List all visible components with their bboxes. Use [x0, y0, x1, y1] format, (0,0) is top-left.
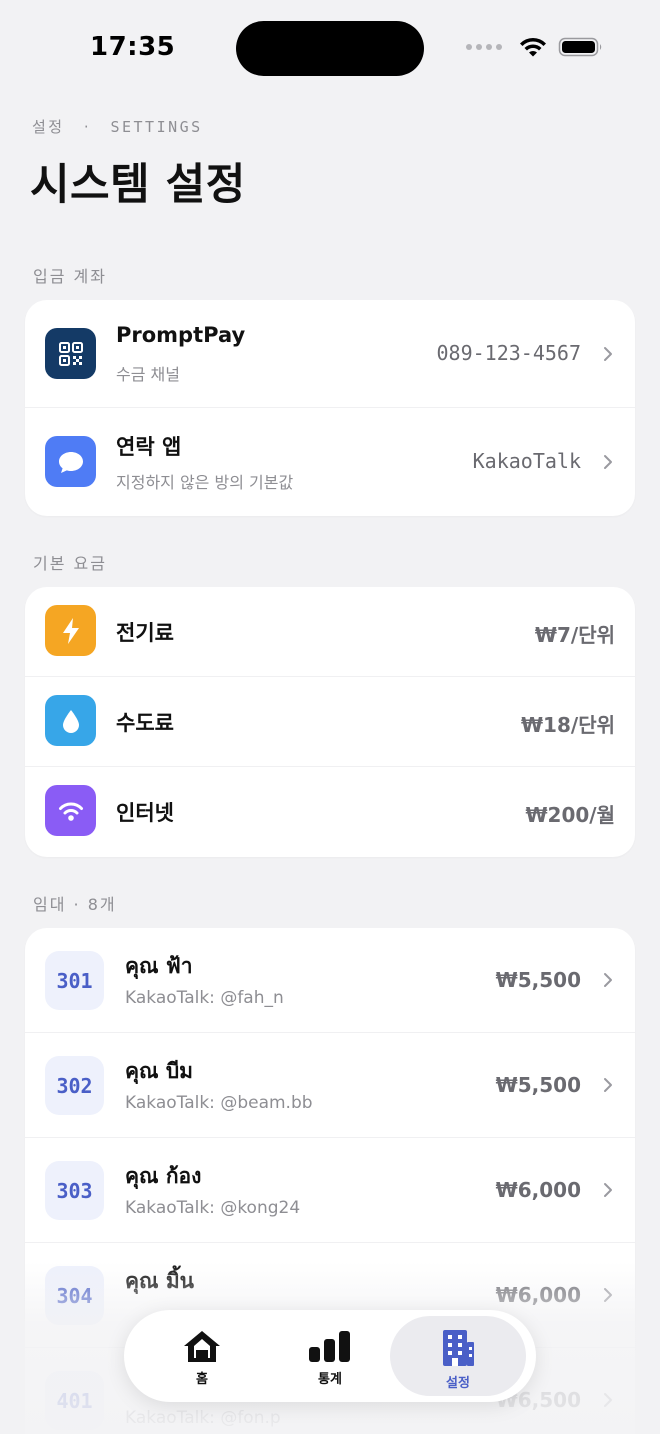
section-label-rates: 기본 요금	[33, 554, 107, 573]
eyebrow-separator: ·	[83, 118, 92, 136]
rates-card: 전기료 ₩7/단위 수도료 ₩18/단위 인터넷 ₩200/월	[25, 587, 635, 857]
tenant-row[interactable]: 302 คุณ บีม KakaoTalk: @beam.bb ₩5,500	[25, 1033, 635, 1138]
contact-app-value: KakaoTalk	[472, 449, 581, 473]
contact-app-title: 연락 앱	[116, 435, 182, 459]
tenant-name: คุณ ฟ้า	[125, 954, 193, 978]
status-time: 17:35	[90, 32, 176, 62]
section-label-rentals: 임대 · 8개	[33, 895, 117, 914]
tenant-contact: KakaoTalk: @kong24	[125, 1198, 301, 1218]
dynamic-island	[236, 21, 424, 76]
status-bar: 17:35	[0, 0, 660, 100]
tab-stats[interactable]: 통계	[262, 1316, 398, 1396]
chevron-right-icon	[604, 1183, 612, 1197]
rate-row-water[interactable]: 수도료 ₩18/단위	[25, 677, 635, 767]
deposit-card: PromptPay 수금 채널 089-123-4567 연락 앱 지정하지 않…	[25, 300, 635, 516]
rate-value-internet: ₩200/월	[525, 803, 615, 827]
status-icons	[466, 36, 604, 58]
rate-value-water: ₩18/단위	[521, 713, 615, 737]
tab-label-home: 홈	[196, 1372, 208, 1387]
tab-label-stats: 통계	[318, 1372, 342, 1387]
tenant-rent: ₩6,000	[495, 1283, 581, 1307]
bar-chart-icon	[309, 1331, 350, 1362]
promptpay-number: 089-123-4567	[436, 341, 582, 365]
promptpay-row[interactable]: PromptPay 수금 채널 089-123-4567	[25, 300, 635, 408]
rate-title-electricity: 전기료	[116, 621, 174, 645]
rate-row-electricity[interactable]: 전기료 ₩7/단위	[25, 587, 635, 677]
qr-code-icon	[45, 328, 96, 379]
lightning-icon	[45, 605, 96, 656]
rate-title-internet: 인터넷	[116, 801, 174, 825]
chevron-right-icon	[604, 455, 612, 469]
chat-bubble-icon	[45, 436, 96, 487]
unit-badge: 304	[45, 1266, 104, 1325]
unit-badge: 401	[45, 1371, 104, 1430]
tenant-row[interactable]: 301 คุณ ฟ้า KakaoTalk: @fah_n ₩5,500	[25, 928, 635, 1033]
section-label-deposit: 입금 계좌	[33, 267, 107, 286]
chevron-right-icon	[604, 1393, 612, 1407]
rate-value-electricity: ₩7/단위	[534, 623, 615, 647]
tenant-name: คุณ บีม	[125, 1059, 194, 1083]
tenant-contact: KakaoTalk: @fah_n	[125, 988, 284, 1008]
tab-settings[interactable]: 설정	[390, 1316, 526, 1396]
wifi-status-icon	[520, 37, 546, 57]
building-icon	[443, 1330, 474, 1366]
tenant-name: คุณ มิ้น	[125, 1269, 195, 1293]
battery-icon	[558, 37, 602, 57]
tenant-rent: ₩5,500	[495, 1073, 581, 1097]
promptpay-subtitle: 수금 채널	[116, 365, 180, 384]
tenant-row[interactable]: 303 คุณ ก้อง KakaoTalk: @kong24 ₩6,000	[25, 1138, 635, 1243]
tenant-contact: KakaoTalk: @fon.p	[125, 1408, 281, 1428]
tenant-name: คุณ ก้อง	[125, 1164, 202, 1188]
eyebrow-english: SETTINGS	[110, 118, 203, 136]
unit-badge: 301	[45, 951, 104, 1010]
rate-title-water: 수도료	[116, 711, 174, 735]
contact-app-subtitle: 지정하지 않은 방의 기본값	[116, 473, 294, 492]
tab-bar: 홈 통계 설정	[124, 1310, 536, 1402]
tab-label-settings: 설정	[446, 1376, 470, 1391]
wifi-icon	[45, 785, 96, 836]
tenant-rent: ₩6,000	[495, 1178, 581, 1202]
eyebrow-korean: 설정	[32, 118, 65, 136]
unit-badge: 302	[45, 1056, 104, 1115]
chevron-right-icon	[604, 1288, 612, 1302]
page-title: 시스템 설정	[30, 160, 246, 210]
unit-badge: 303	[45, 1161, 104, 1220]
promptpay-title: PromptPay	[116, 323, 246, 347]
signal-dots-icon	[466, 44, 502, 50]
tenant-contact: KakaoTalk: @beam.bb	[125, 1093, 313, 1113]
chevron-right-icon	[604, 1078, 612, 1092]
page-eyebrow: 설정 · SETTINGS	[32, 116, 203, 137]
water-drop-icon	[45, 695, 96, 746]
home-icon	[184, 1331, 220, 1362]
chevron-right-icon	[604, 347, 612, 361]
chevron-right-icon	[604, 973, 612, 987]
tab-home[interactable]: 홈	[134, 1316, 270, 1396]
contact-app-row[interactable]: 연락 앱 지정하지 않은 방의 기본값 KakaoTalk	[25, 408, 635, 516]
tenant-rent: ₩5,500	[495, 968, 581, 992]
rate-row-internet[interactable]: 인터넷 ₩200/월	[25, 767, 635, 857]
